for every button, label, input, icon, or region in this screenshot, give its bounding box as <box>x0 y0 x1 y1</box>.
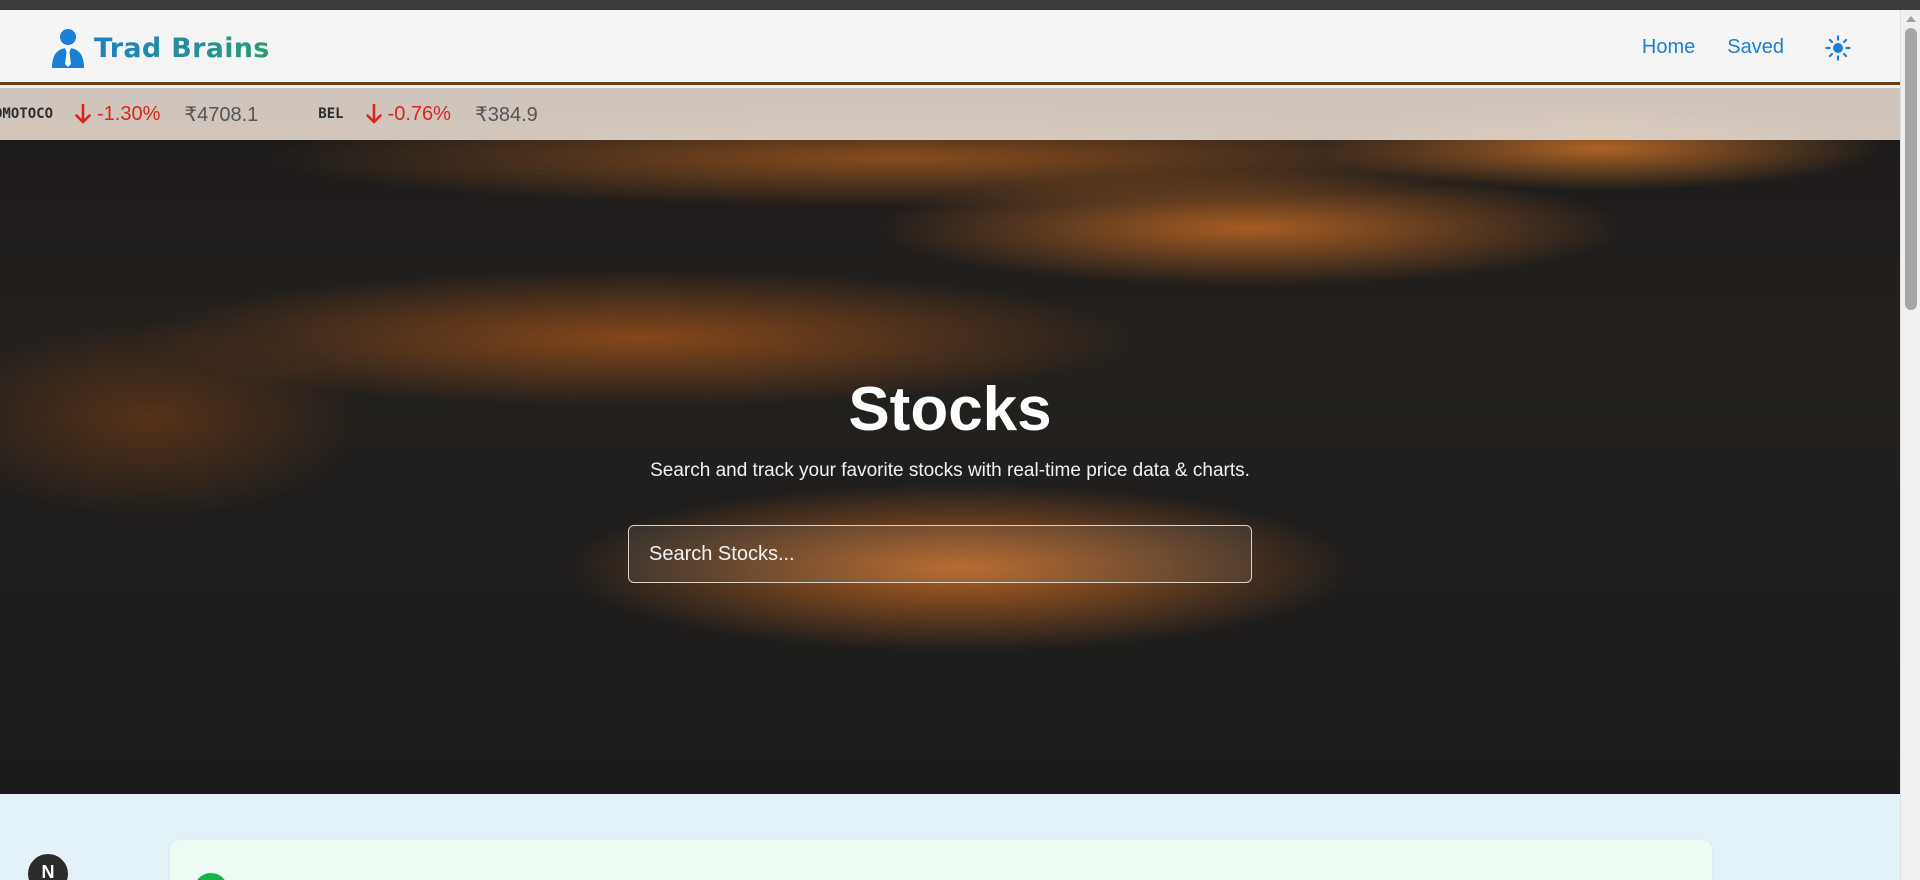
nav-links: Home Saved <box>1610 10 1852 85</box>
sun-icon <box>1825 34 1851 61</box>
ticker-change-value: -0.76% <box>387 102 451 125</box>
status-badge <box>194 873 228 880</box>
scrollbar[interactable] <box>1900 10 1920 880</box>
ticker-price: ₹4708.1 <box>184 103 259 126</box>
fab-letter: N <box>41 862 55 880</box>
stock-card <box>170 840 1712 880</box>
browser-top-strip <box>0 0 1920 10</box>
ticker-item[interactable]: DMOTOCO -1.30% ₹4708.1 <box>0 88 258 140</box>
arrow-down-icon <box>365 104 382 124</box>
brand-name: Trad Brains <box>94 32 270 64</box>
page: Stocks Search and track your favorite st… <box>0 10 1900 880</box>
scroll-up-arrow-icon[interactable] <box>1906 16 1916 22</box>
brand-logo[interactable]: Trad Brains <box>50 28 270 68</box>
nav-home-link[interactable]: Home <box>1642 36 1695 59</box>
ticker-price: ₹384.9 <box>474 103 538 126</box>
ticker-change: -0.76% <box>365 102 451 126</box>
ticker-symbol: BEL <box>318 106 344 122</box>
theme-toggle-button[interactable] <box>1824 34 1852 62</box>
stock-ticker: DMOTOCO -1.30% ₹4708.1 BEL -0.76% ₹384.9 <box>0 88 1900 140</box>
hero-subtitle: Search and track your favorite stocks wi… <box>650 460 1250 481</box>
search-stocks-input[interactable] <box>628 525 1252 583</box>
ticker-item[interactable]: BEL -0.76% ₹384.9 <box>318 88 537 140</box>
hero-section: Stocks Search and track your favorite st… <box>0 88 1900 794</box>
ticker-change: -1.30% <box>75 103 160 126</box>
scrollbar-thumb[interactable] <box>1905 28 1917 310</box>
ticker-symbol: DMOTOCO <box>0 106 54 122</box>
nav-saved-link[interactable]: Saved <box>1727 36 1784 59</box>
arrow-down-icon <box>75 104 91 124</box>
user-tie-icon <box>52 29 84 68</box>
ticker-change-value: -1.30% <box>97 102 161 125</box>
hero-title: Stocks <box>848 375 1052 444</box>
navbar: Trad Brains Home Saved <box>0 10 1900 85</box>
